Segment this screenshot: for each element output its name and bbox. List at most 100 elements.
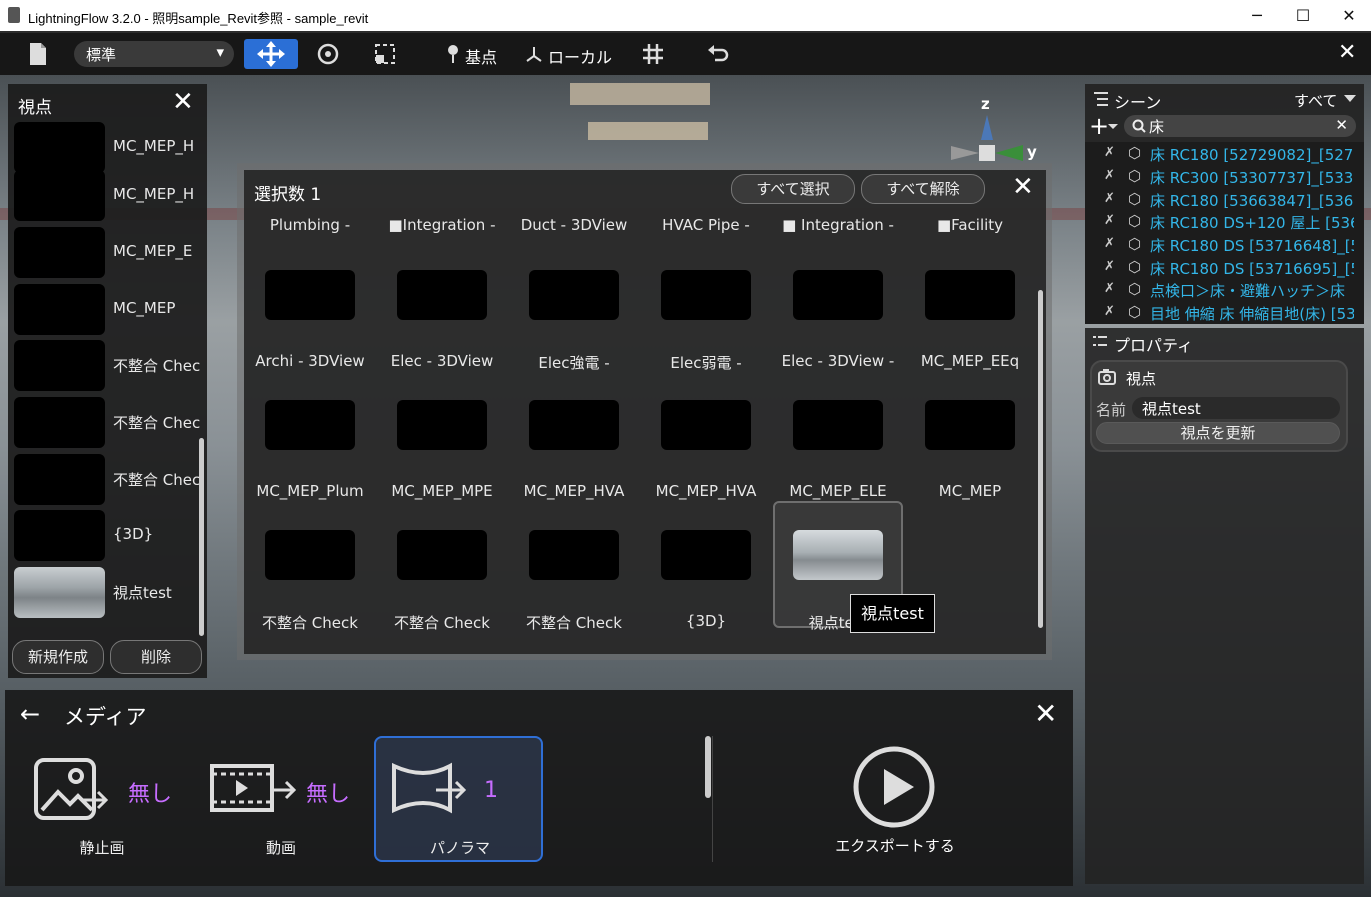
update-viewpoint-button[interactable]: 視点を更新: [1096, 422, 1340, 444]
visibility-icon[interactable]: ✗: [1104, 145, 1120, 161]
chevron-down-icon: [1344, 95, 1356, 102]
scene-item-label: 点検口＞床・避難ハッチ＞床: [1150, 282, 1346, 300]
toolbar-close-button[interactable]: ✕: [1338, 40, 1356, 65]
visibility-icon[interactable]: ✗: [1104, 168, 1120, 184]
grid-item[interactable]: Archi - 3DView: [244, 270, 376, 400]
delete-viewpoint-button[interactable]: 削除: [110, 640, 202, 674]
viewpoints-title: 視点: [18, 98, 52, 118]
grid-icon[interactable]: [641, 42, 665, 66]
viewpoint-item[interactable]: 不整合 Check: [14, 454, 204, 505]
ceiling-light: [588, 122, 708, 140]
visibility-icon[interactable]: ✗: [1104, 304, 1120, 320]
clear-search-button[interactable]: ✕: [1335, 116, 1348, 134]
viewpoint-item[interactable]: 視点test: [14, 567, 204, 618]
grid-item[interactable]: {3D}: [640, 530, 772, 660]
scene-tree-row[interactable]: ✗ ⬡ 点検口＞床・避難ハッチ＞床: [1104, 279, 1354, 301]
grid-item-label: Elec強電 -: [538, 354, 610, 372]
new-viewpoint-button[interactable]: 新規作成: [12, 640, 104, 674]
still-image-label: 静止画: [79, 839, 125, 857]
grid-item[interactable]: MC_MEP_MPE: [376, 400, 508, 530]
viewpoint-item[interactable]: MC_MEP: [14, 284, 204, 335]
back-button[interactable]: ←: [20, 700, 40, 728]
grid-item[interactable]: MC_MEP: [904, 400, 1036, 530]
window-close-button[interactable]: ✕: [1326, 0, 1371, 31]
undo-icon[interactable]: [706, 42, 730, 66]
video-label: 動画: [265, 839, 296, 857]
viewpoint-name-input[interactable]: 視点test: [1132, 397, 1340, 419]
cube-icon: ⬡: [1128, 235, 1142, 253]
grid-item[interactable]: 不整合 Check: [508, 530, 640, 660]
scene-search-value: 床: [1149, 118, 1165, 136]
scene-filter-select[interactable]: すべて: [1294, 90, 1337, 111]
viewpoint-label: MC_MEP: [113, 299, 176, 317]
cube-icon: ⬡: [1128, 167, 1142, 185]
grid-item-label: ■Integration -: [388, 216, 496, 234]
visibility-icon[interactable]: ✗: [1104, 236, 1120, 252]
scene-tree-row[interactable]: ✗ ⬡ 床 RC180 DS [53716648]_[53716648]: [1104, 234, 1354, 256]
scene-item-label: 床 RC180 DS+120 屋上 [53663848]: [1150, 214, 1354, 232]
scene-tree-row[interactable]: ✗ ⬡ 目地 伸縮 床 伸縮目地(床) [53]: [1104, 302, 1354, 324]
scene-tree-row[interactable]: ✗ ⬡ 床 RC180 [52729082]_[52729082]: [1104, 143, 1354, 165]
move-tool-button[interactable]: [244, 39, 298, 69]
grid-thumbnail: [793, 270, 883, 320]
viewpoint-item[interactable]: MC_MEP_H: [14, 170, 204, 221]
scene-item-label: 床 RC300 [53307737]_[53307737]: [1150, 169, 1354, 187]
mode-select[interactable]: 標準 ▾: [74, 41, 234, 67]
grid-item[interactable]: MC_MEP_HVA: [508, 400, 640, 530]
selection-close-button[interactable]: ✕: [1012, 172, 1034, 202]
scene-tree-row[interactable]: ✗ ⬡ 床 RC180 DS [53716695]_[53716695]: [1104, 257, 1354, 279]
properties-title: プロパティ: [1114, 336, 1194, 355]
scale-tool-icon[interactable]: [373, 42, 397, 66]
media-divider: [712, 736, 713, 862]
viewpoint-item[interactable]: MC_MEP_H: [14, 122, 204, 173]
viewpoint-item[interactable]: 不整合 Check: [14, 340, 204, 391]
media-close-button[interactable]: ✕: [1034, 697, 1057, 730]
maximize-button[interactable]: ☐: [1280, 0, 1326, 31]
visibility-icon[interactable]: ✗: [1104, 213, 1120, 229]
visibility-icon[interactable]: ✗: [1104, 191, 1120, 207]
selection-scrollbar[interactable]: [1038, 290, 1043, 628]
pivot-button[interactable]: 基点: [465, 44, 497, 68]
grid-item[interactable]: 不整合 Check: [376, 530, 508, 660]
grid-item[interactable]: Elec - 3DView -: [772, 270, 904, 400]
minimize-button[interactable]: ─: [1234, 0, 1280, 31]
grid-item-label: MC_MEP_EEq: [920, 352, 1020, 370]
select-all-button[interactable]: すべて選択: [731, 174, 855, 204]
viewpoints-close-button[interactable]: ✕: [172, 87, 194, 117]
viewpoint-item[interactable]: 不整合 Check: [14, 397, 204, 448]
grid-item[interactable]: Elec弱電 -: [640, 270, 772, 400]
visibility-icon[interactable]: ✗: [1104, 281, 1120, 297]
scene-tree-row[interactable]: ✗ ⬡ 床 RC180 [53663847]_[53663847]: [1104, 189, 1354, 211]
scene-tree-row[interactable]: ✗ ⬡ 床 RC300 [53307737]_[53307737]: [1104, 166, 1354, 188]
export-button[interactable]: エクスポートする: [820, 745, 970, 860]
grid-item[interactable]: MC_MEP_Plum: [244, 400, 376, 530]
panorama-option[interactable]: 1 パノラマ: [374, 736, 543, 862]
file-icon[interactable]: [28, 42, 48, 66]
deselect-all-button[interactable]: すべて解除: [861, 174, 985, 204]
still-image-option[interactable]: 無し 静止画: [30, 736, 190, 862]
add-scene-item-button[interactable]: +: [1089, 112, 1109, 140]
grid-item-label: 不整合 Check: [394, 614, 490, 632]
scene-tree-row[interactable]: ✗ ⬡ 床 RC180 DS+120 屋上 [53663848]: [1104, 211, 1354, 233]
export-label: エクスポートする: [835, 837, 955, 855]
grid-item[interactable]: Elec強電 -: [508, 270, 640, 400]
media-scrollbar[interactable]: [705, 736, 711, 798]
grid-item-label: 不整合 Check: [526, 614, 622, 632]
grid-item[interactable]: Elec - 3DView: [376, 270, 508, 400]
list-icon: [1093, 336, 1107, 346]
viewpoint-label: 視点test: [113, 584, 172, 602]
visibility-icon[interactable]: ✗: [1104, 259, 1120, 275]
viewpoint-item[interactable]: MC_MEP_E: [14, 227, 204, 278]
grid-thumbnail: [529, 270, 619, 320]
video-option[interactable]: 無し 動画: [206, 736, 366, 862]
rotate-tool-icon[interactable]: [316, 42, 340, 66]
grid-item[interactable]: 不整合 Check: [244, 530, 376, 660]
grid-item-label: 不整合 Check: [262, 614, 358, 632]
viewpoints-scrollbar[interactable]: [199, 438, 204, 636]
viewpoint-label: 不整合 Check: [113, 471, 201, 489]
grid-item[interactable]: MC_MEP_EEq: [904, 270, 1036, 400]
viewpoint-item[interactable]: {3D}: [14, 510, 204, 561]
local-space-button[interactable]: ローカル: [548, 44, 612, 68]
scene-search-input[interactable]: 床 ✕: [1124, 115, 1356, 137]
grid-item[interactable]: MC_MEP_HVA: [640, 400, 772, 530]
